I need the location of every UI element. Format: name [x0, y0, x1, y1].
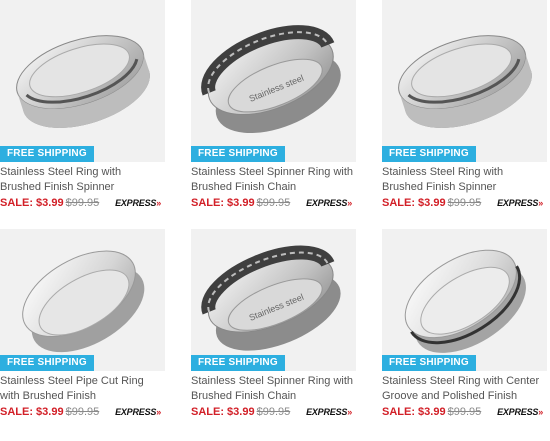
free-shipping-badge: FREE SHIPPING	[0, 355, 94, 371]
sale-price: SALE: $3.99	[191, 406, 255, 418]
express-arrow-icon: »	[347, 407, 352, 417]
express-arrow-icon: »	[156, 407, 161, 417]
original-price: $99.95	[447, 197, 482, 209]
free-shipping-badge: FREE SHIPPING	[382, 355, 476, 371]
express-arrow-icon: »	[156, 198, 161, 208]
product-grid: FREE SHIPPING Stainless Steel Ring with …	[0, 0, 550, 441]
product-card[interactable]: FREE SHIPPING Stainless Steel Ring with …	[382, 0, 547, 211]
brushed-spinner-ring-image	[16, 35, 150, 128]
sale-price: SALE: $3.99	[191, 197, 255, 209]
product-card[interactable]: FREE SHIPPING Stainless Steel Ring with …	[0, 0, 165, 211]
express-shipping-logo: EXPRESS»	[115, 196, 161, 211]
express-label: EXPRESS	[497, 407, 539, 417]
free-shipping-badge: FREE SHIPPING	[0, 146, 94, 162]
express-shipping-logo: EXPRESS»	[497, 196, 543, 211]
price-row: SALE: $3.99 $99.95 EXPRESS»	[0, 196, 165, 211]
product-card[interactable]: FREE SHIPPING Stainless Steel Pipe Cut R…	[0, 229, 165, 420]
express-arrow-icon: »	[538, 407, 543, 417]
chain-spinner-ring-image: Stainless steel	[201, 25, 341, 134]
brushed-spinner-ring-image	[398, 35, 532, 128]
center-groove-ring-image	[404, 249, 526, 353]
sale-price: SALE: $3.99	[382, 197, 446, 209]
express-arrow-icon: »	[538, 198, 543, 208]
product-card[interactable]: Stainless steel FREE SHIPPING Stainless …	[191, 0, 356, 211]
product-image[interactable]: FREE SHIPPING	[0, 229, 165, 371]
product-title[interactable]: Stainless Steel Spinner Ring with Brushe…	[191, 374, 356, 404]
sale-price: SALE: $3.99	[0, 197, 64, 209]
original-price: $99.95	[65, 197, 100, 209]
express-label: EXPRESS	[115, 198, 157, 208]
product-title[interactable]: Stainless Steel Pipe Cut Ring with Brush…	[0, 374, 165, 404]
sale-price: SALE: $3.99	[382, 406, 446, 418]
product-title[interactable]: Stainless Steel Ring with Brushed Finish…	[382, 165, 547, 195]
product-image[interactable]: Stainless steel FREE SHIPPING	[191, 229, 356, 371]
price-row: SALE: $3.99 $99.95 EXPRESS»	[191, 405, 356, 420]
free-shipping-badge: FREE SHIPPING	[382, 146, 476, 162]
express-shipping-logo: EXPRESS»	[497, 405, 543, 420]
sale-price: SALE: $3.99	[0, 406, 64, 418]
product-title[interactable]: Stainless Steel Spinner Ring with Brushe…	[191, 165, 356, 195]
price-row: SALE: $3.99 $99.95 EXPRESS»	[0, 405, 165, 420]
free-shipping-badge: FREE SHIPPING	[191, 146, 285, 162]
express-arrow-icon: »	[347, 198, 352, 208]
original-price: $99.95	[256, 406, 291, 418]
express-shipping-logo: EXPRESS»	[306, 196, 352, 211]
product-card[interactable]: FREE SHIPPING Stainless Steel Ring with …	[382, 229, 547, 420]
product-title[interactable]: Stainless Steel Ring with Brushed Finish…	[0, 165, 165, 195]
original-price: $99.95	[256, 197, 291, 209]
express-shipping-logo: EXPRESS»	[115, 405, 161, 420]
express-label: EXPRESS	[306, 198, 348, 208]
product-image[interactable]: FREE SHIPPING	[0, 0, 165, 162]
product-image[interactable]: FREE SHIPPING	[382, 0, 547, 162]
express-shipping-logo: EXPRESS»	[306, 405, 352, 420]
product-title[interactable]: Stainless Steel Ring with Center Groove …	[382, 374, 547, 404]
price-row: SALE: $3.99 $99.95 EXPRESS»	[382, 405, 547, 420]
express-label: EXPRESS	[306, 407, 348, 417]
express-label: EXPRESS	[497, 198, 539, 208]
price-row: SALE: $3.99 $99.95 EXPRESS»	[191, 196, 356, 211]
chain-spinner-ring-image: Stainless steel	[201, 245, 341, 351]
product-image[interactable]: Stainless steel FREE SHIPPING	[191, 0, 356, 162]
original-price: $99.95	[447, 406, 482, 418]
original-price: $99.95	[65, 406, 100, 418]
price-row: SALE: $3.99 $99.95 EXPRESS»	[382, 196, 547, 211]
free-shipping-badge: FREE SHIPPING	[191, 355, 285, 371]
product-image[interactable]: FREE SHIPPING	[382, 229, 547, 371]
express-label: EXPRESS	[115, 407, 157, 417]
pipe-cut-ring-image	[22, 250, 145, 353]
product-card[interactable]: Stainless steel FREE SHIPPING Stainless …	[191, 229, 356, 420]
